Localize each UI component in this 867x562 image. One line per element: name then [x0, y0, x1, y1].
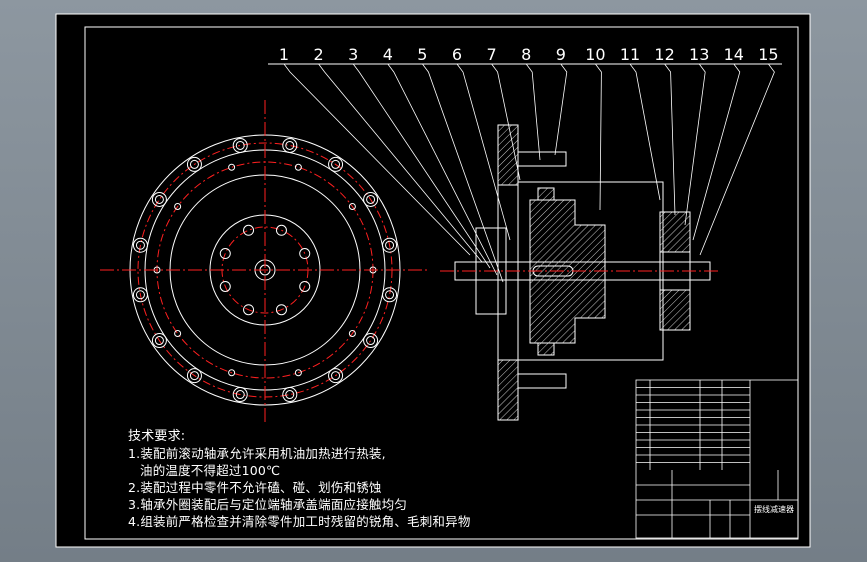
bearing-bottom	[537, 342, 555, 356]
part-number-8: 8	[521, 45, 531, 64]
part-number-11: 11	[620, 45, 640, 64]
title-block-name: 摆线减速器	[754, 504, 794, 514]
part-number-9: 9	[556, 45, 566, 64]
part-number-10: 10	[585, 45, 605, 64]
tech-req-title: 技术要求:	[128, 429, 186, 444]
part-number-4: 4	[383, 45, 393, 64]
cad-viewport[interactable]: 1 2 3 4 5 6 7 8 9 10 11 12 13 14 15 摆线减速器 技术要求: 1.装配前滚…	[0, 0, 867, 562]
part-number-6: 6	[452, 45, 462, 64]
part-number-14: 14	[724, 45, 744, 64]
part-number-2: 2	[314, 45, 324, 64]
end-cap-hatch-bottom	[659, 289, 691, 331]
tech-req-item-4: 4.组装前严格检查并清除零件加工时残留的锐角、毛刺和异物	[128, 514, 471, 529]
flange-hatch-bottom	[497, 359, 519, 421]
part-number-13: 13	[689, 45, 709, 64]
part-number-15: 15	[758, 45, 778, 64]
bearing-top	[537, 187, 555, 201]
part-number-7: 7	[487, 45, 497, 64]
part-number-12: 12	[654, 45, 674, 64]
part-number-3: 3	[348, 45, 358, 64]
end-cap-hatch-top	[659, 211, 691, 253]
part-number-labels: 1 2 3 4 5 6 7 8 9 10 11 12 13 14 15	[279, 45, 779, 64]
part-number-1: 1	[279, 45, 289, 64]
part-number-5: 5	[417, 45, 427, 64]
